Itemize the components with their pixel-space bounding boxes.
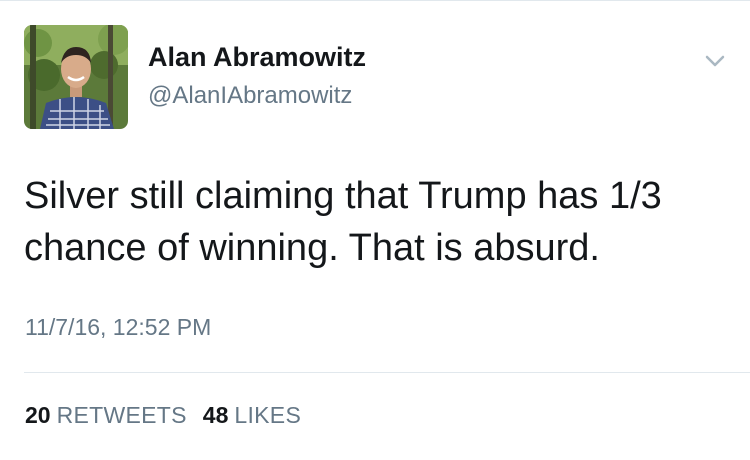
retweets-count: 20 xyxy=(25,402,51,428)
tweet-stats: 20 RETWEETS 48 LIKES xyxy=(25,402,317,429)
likes-stat[interactable]: 48 LIKES xyxy=(203,402,301,429)
retweets-stat[interactable]: 20 RETWEETS xyxy=(25,402,187,429)
divider xyxy=(24,372,750,373)
likes-count: 48 xyxy=(202,402,229,428)
author-handle[interactable]: @AlanIAbramowitz xyxy=(148,82,352,110)
top-border xyxy=(0,0,750,1)
chevron-down-icon[interactable] xyxy=(698,50,732,72)
avatar[interactable] xyxy=(24,25,128,129)
likes-label: LIKES xyxy=(234,402,302,428)
retweets-label: RETWEETS xyxy=(56,402,187,428)
tweet-text: Silver still claiming that Trump has 1/3… xyxy=(24,175,662,269)
author-name[interactable]: Alan Abramowitz xyxy=(148,42,366,73)
tweet-timestamp[interactable]: 11/7/16, 12:52 PM xyxy=(25,314,211,341)
avatar-photo xyxy=(24,25,128,129)
